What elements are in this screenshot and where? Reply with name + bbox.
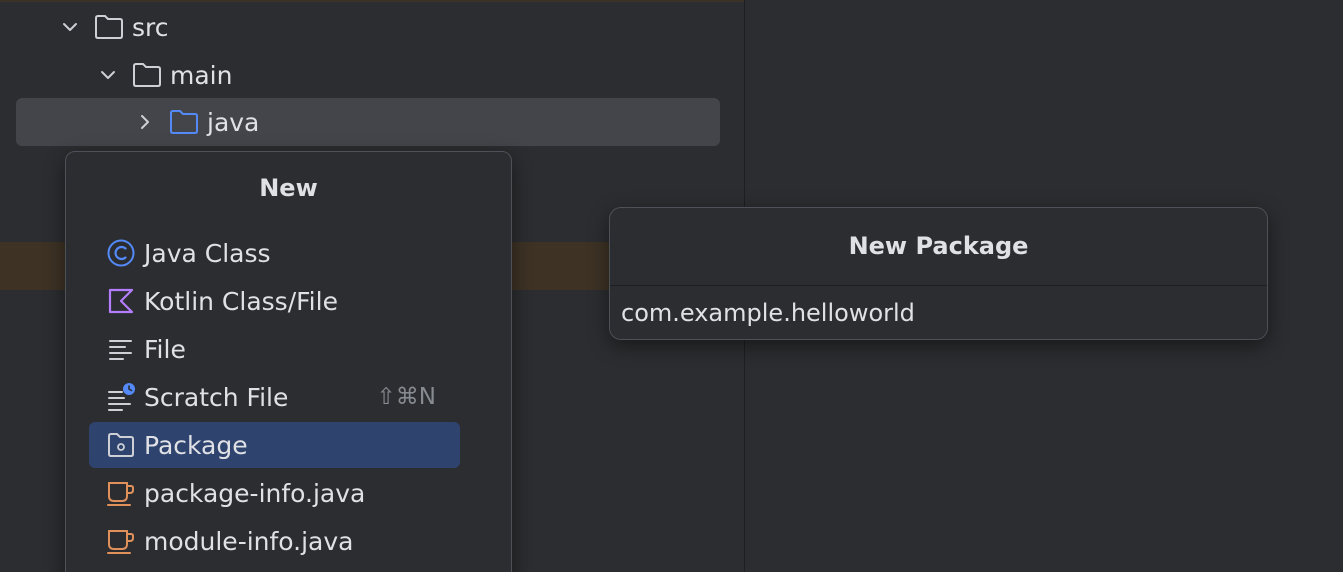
java-cup-icon xyxy=(105,477,137,509)
ide-window: src main java New Java Class Kotlin Clas… xyxy=(0,0,1343,572)
tree-item-label: src xyxy=(132,12,169,42)
folder-icon xyxy=(95,15,123,39)
chevron-right-icon[interactable] xyxy=(131,108,159,136)
dialog-title: New Package xyxy=(848,232,1029,260)
java-cup-icon xyxy=(105,525,137,557)
top-strip xyxy=(0,0,744,2)
package-folder-icon xyxy=(105,429,137,461)
new-popup-menu: New Java Class Kotlin Class/File File Sc… xyxy=(65,151,512,572)
tree-item-main[interactable]: main xyxy=(16,51,720,99)
menu-item-kotlin-class[interactable]: Kotlin Class/File xyxy=(89,278,460,324)
menu-item-package[interactable]: Package xyxy=(89,422,460,468)
chevron-down-icon[interactable] xyxy=(56,13,84,41)
menu-item-module-info[interactable]: module-info.java xyxy=(89,518,460,564)
new-package-dialog: New Package xyxy=(609,207,1268,340)
file-lines-icon xyxy=(105,333,137,365)
source-folder-icon xyxy=(170,110,198,134)
package-name-input[interactable] xyxy=(610,286,1267,339)
folder-icon xyxy=(133,63,161,87)
tree-item-src[interactable]: src xyxy=(16,3,720,51)
menu-item-package-info[interactable]: package-info.java xyxy=(89,470,460,516)
menu-item-scratch-file[interactable]: Scratch File ⇧⌘N xyxy=(89,374,460,420)
shortcut-label: ⇧⌘N xyxy=(376,384,436,410)
tree-item-label: main xyxy=(170,60,233,90)
menu-item-file[interactable]: File xyxy=(89,326,460,372)
menu-item-java-class[interactable]: Java Class xyxy=(89,230,460,276)
tree-item-label: java xyxy=(207,107,260,137)
menu-title: New xyxy=(259,174,318,202)
java-class-icon xyxy=(105,237,137,269)
tree-item-java[interactable]: java xyxy=(16,98,720,146)
scratch-file-icon xyxy=(105,381,137,413)
kotlin-icon xyxy=(105,285,137,317)
chevron-down-icon[interactable] xyxy=(94,61,122,89)
